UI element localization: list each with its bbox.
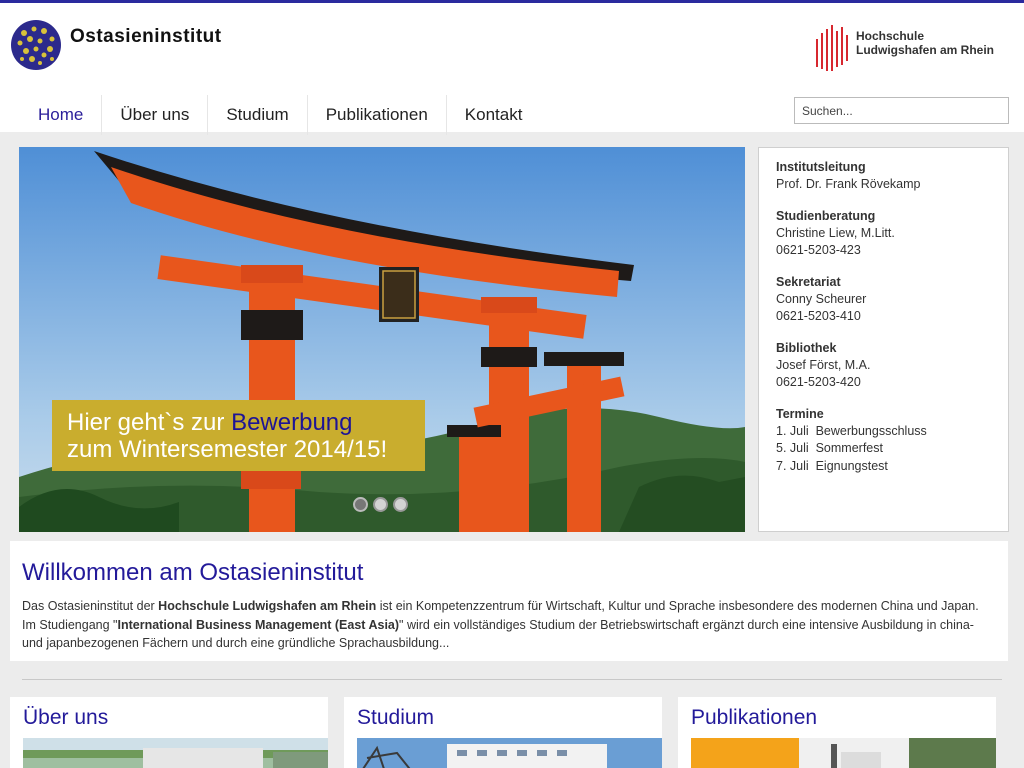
contact-phone: 0621-5203-410: [776, 309, 861, 323]
institute-logo-text[interactable]: Ostasieninstitut: [70, 26, 222, 48]
termin-item: 5. Juli Sommerfest: [776, 441, 883, 455]
nav-studium[interactable]: Studium: [208, 95, 308, 135]
contact-phone: 0621-5203-420: [776, 375, 861, 389]
contact-institutsleitung: Institutsleitung Prof. Dr. Frank Rövekam…: [776, 159, 991, 194]
teaser-title[interactable]: Publikationen: [691, 706, 817, 730]
nav-home[interactable]: Home: [20, 95, 103, 135]
partner-name-line2: Ludwigshafen am Rhein: [856, 43, 995, 57]
search-input[interactable]: [794, 97, 1009, 124]
site-header: Ostasieninstitut Hochschule Ludwigshafen…: [0, 3, 1024, 135]
university-bars-icon: [816, 25, 848, 71]
hero-caption-line1: Hier geht`s zur Bewerbung: [67, 409, 410, 436]
contact-studienberatung: Studienberatung Christine Liew, M.Litt. …: [776, 208, 991, 260]
hero-caption-text: Hier geht`s zur: [67, 409, 232, 436]
main-nav: Home Über uns Studium Publikationen Kont…: [20, 95, 540, 135]
slider-dot-3[interactable]: [393, 497, 408, 512]
welcome-text-bold: International Business Management (East …: [117, 617, 400, 632]
contact-line: Christine Liew, M.Litt.: [776, 225, 895, 240]
contact-title: Bibliothek: [776, 340, 837, 355]
slider-dot-2[interactable]: [373, 497, 388, 512]
contact-sekretariat: Sekretariat Conny Scheurer 0621-5203-410: [776, 274, 991, 326]
hero-slider[interactable]: Hier geht`s zur Bewerbung zum Winterseme…: [19, 147, 745, 532]
hero-torii-image: [19, 147, 745, 532]
teaser-image[interactable]: [691, 738, 996, 768]
section-divider: [22, 679, 1002, 680]
hero-caption-highlight: Bewerbung: [231, 409, 353, 436]
partner-name: Hochschule Ludwigshafen am Rhein: [856, 29, 994, 57]
termin-item: 7. Juli Eignungstest: [776, 458, 888, 473]
contact-sidebar: Institutsleitung Prof. Dr. Frank Rövekam…: [758, 147, 1009, 532]
teaser-title[interactable]: Über uns: [23, 706, 108, 730]
contact-bibliothek: Bibliothek Josef Först, M.A. 0621-5203-4…: [776, 340, 991, 392]
contact-title: Studienberatung: [776, 208, 876, 223]
welcome-text: Das Ostasieninstitut der Hochschule Ludw…: [22, 597, 996, 653]
contact-title: Sekretariat: [776, 274, 841, 289]
contact-line: Prof. Dr. Frank Rövekamp: [776, 177, 921, 191]
welcome-title: Willkommen am Ostasieninstitut: [22, 559, 364, 586]
termin-item: 1. Juli Bewerbungsschluss: [776, 423, 927, 438]
teaser-publikationen[interactable]: Publikationen: [678, 697, 996, 768]
slider-dot-1[interactable]: [353, 497, 368, 512]
welcome-text-bold: Hochschule Ludwigshafen am Rhein: [158, 599, 377, 613]
teaser-title[interactable]: Studium: [357, 706, 434, 730]
welcome-text-part: Das Ostasieninstitut der: [22, 599, 159, 613]
nav-ueber-uns[interactable]: Über uns: [102, 95, 209, 135]
welcome-section: Willkommen am Ostasieninstitut Das Ostas…: [10, 541, 1008, 661]
nav-publikationen[interactable]: Publikationen: [308, 95, 447, 135]
teaser-image[interactable]: [23, 738, 328, 768]
contact-title: Institutsleitung: [776, 160, 866, 174]
partner-logo[interactable]: Hochschule Ludwigshafen am Rhein: [814, 21, 1004, 77]
contact-title: Termine: [776, 406, 824, 421]
contact-line: Conny Scheurer: [776, 291, 867, 306]
teaser-studium[interactable]: Studium: [344, 697, 662, 768]
slider-dots: [353, 497, 413, 512]
contact-phone: 0621-5203-423: [776, 243, 861, 257]
hero-caption-line2: zum Wintersemester 2014/15!: [67, 436, 388, 463]
teaser-image[interactable]: [357, 738, 662, 768]
nav-kontakt[interactable]: Kontakt: [447, 95, 541, 135]
teaser-ueber-uns[interactable]: Über uns: [10, 697, 328, 768]
contact-termine: Termine 1. Juli Bewerbungsschluss 5. Jul…: [776, 406, 991, 476]
institute-emblem-icon[interactable]: [10, 19, 62, 71]
partner-name-line1: Hochschule: [856, 29, 925, 43]
hero-caption[interactable]: Hier geht`s zur Bewerbung zum Winterseme…: [52, 400, 425, 471]
contact-line: Josef Först, M.A.: [776, 357, 871, 372]
